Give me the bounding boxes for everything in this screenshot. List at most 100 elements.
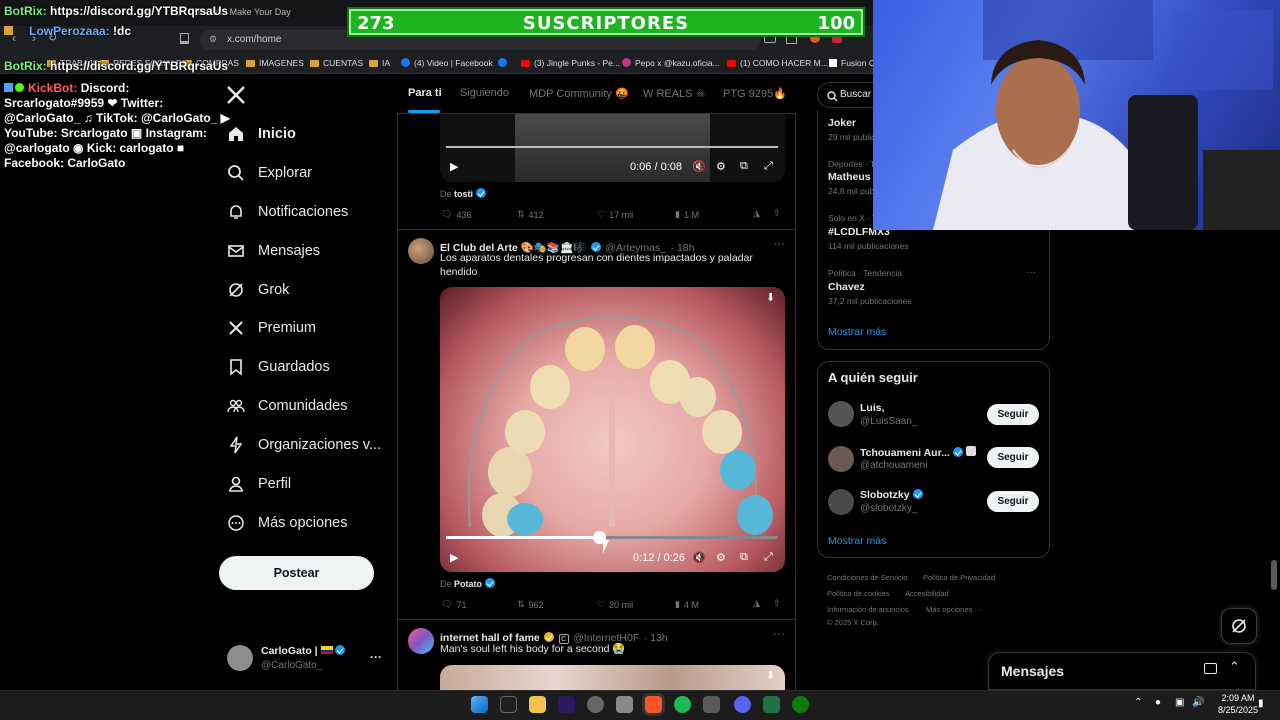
tweet-video[interactable]: ▶ 0:12 / 0:26 🔇 ⚙ ⧉ ⤢ ⬇ [440, 287, 785, 572]
tweet-more-icon[interactable]: ··· [773, 236, 785, 250]
tab-for-you[interactable]: Para ti [408, 87, 442, 99]
play-icon[interactable]: ▶ [450, 551, 458, 564]
bookmark-icon[interactable]: ◮ [753, 208, 760, 219]
suggestion-avatar[interactable] [828, 446, 854, 472]
nav-bookmarks[interactable]: Guardados [226, 355, 330, 379]
footer-link[interactable]: Más opciones ··· [926, 605, 982, 614]
tab-ptg[interactable]: PTG 9295🔥 [723, 87, 787, 100]
play-icon[interactable]: ▶ [450, 160, 458, 173]
post-button[interactable]: Postear [219, 556, 374, 590]
show-more-follow[interactable]: Mostrar más [828, 535, 886, 547]
like-button[interactable]: ♡ 17 mil [597, 209, 633, 220]
notepad-icon[interactable] [616, 696, 633, 713]
brave-icon[interactable] [645, 696, 662, 713]
tweet-more-icon[interactable]: ··· [773, 626, 785, 640]
bookmark-item[interactable]: CUENTAS [310, 58, 363, 68]
network-icon[interactable]: ▣ [1175, 697, 1184, 708]
bookmark-item[interactable]: IMAGENES [246, 58, 304, 68]
show-more-trends[interactable]: Mostrar más [828, 326, 886, 338]
settings-icon[interactable]: ⚙ [716, 160, 726, 173]
tab-w-reals[interactable]: W REALS ☠ [643, 87, 705, 100]
nav-more-options[interactable]: Más opciones [226, 511, 347, 535]
bookmark-item[interactable]: Fusion Cl [829, 58, 877, 68]
fullscreen-icon[interactable]: ⤢ [764, 160, 773, 173]
account-switcher[interactable]: CarloGato | [261, 645, 346, 657]
app-icon[interactable] [703, 696, 720, 713]
trend-title[interactable]: Matheus [828, 171, 871, 183]
volume-icon[interactable]: 🔊 [1192, 697, 1204, 708]
nav-profile[interactable]: Perfil [226, 472, 291, 496]
trend-more-icon[interactable]: ··· [1026, 267, 1036, 278]
video-progress-bar[interactable] [446, 146, 778, 148]
xbox-icon[interactable] [792, 696, 809, 713]
mute-icon[interactable]: 🔇 [692, 551, 706, 564]
notification-icon[interactable]: ▮ [1258, 698, 1264, 709]
search-input[interactable]: Buscar [817, 82, 877, 108]
bookmark-item[interactable]: (4) Video | Facebook [401, 58, 493, 68]
follow-button[interactable]: Seguir [987, 404, 1039, 425]
clock-date[interactable]: 8/25/2025 [1212, 705, 1264, 715]
mute-icon[interactable]: 🔇 [692, 160, 706, 173]
trend-title[interactable]: Joker [828, 117, 856, 129]
tweet-video[interactable]: ⬇ [440, 665, 785, 690]
clock-time[interactable]: 2:09 AM [1218, 693, 1258, 703]
epic-games-icon[interactable] [500, 696, 517, 713]
x-logo-icon[interactable] [226, 85, 246, 105]
nav-notifications[interactable]: Notificaciones [226, 200, 348, 224]
nav-premium[interactable]: Premium [226, 316, 316, 340]
follow-button[interactable]: Seguir [987, 491, 1039, 512]
nav-communities[interactable]: Comunidades [226, 394, 347, 418]
discord-icon[interactable] [734, 696, 751, 713]
start-icon[interactable] [471, 696, 488, 713]
address-text[interactable]: x.com/home [227, 34, 281, 45]
app-icon[interactable] [587, 696, 604, 713]
tray-chevron-icon[interactable]: ⌃ [1134, 697, 1142, 708]
share-icon[interactable]: ⇧ [773, 208, 781, 219]
bookmark-item[interactable] [498, 58, 510, 68]
premiere-icon[interactable] [558, 696, 575, 713]
repost-button[interactable]: ⇅ 412 [517, 209, 544, 220]
account-more-icon[interactable]: ··· [370, 650, 382, 664]
grok-button[interactable] [1221, 608, 1257, 644]
like-button[interactable]: ♡ 20 mil [597, 599, 633, 610]
fullscreen-icon[interactable]: ⤢ [764, 551, 773, 564]
page-scrollbar[interactable] [1271, 560, 1277, 590]
spotify-icon[interactable] [674, 696, 691, 713]
download-icon[interactable]: ⬇ [766, 669, 775, 682]
tab-mdp-community[interactable]: MDP Community 🤬 [529, 87, 629, 100]
footer-link[interactable]: Información de anuncios [827, 605, 909, 614]
suggestion-name-row[interactable]: Slobotzky [860, 489, 923, 501]
download-icon[interactable]: ⬇ [766, 291, 775, 304]
nav-grok[interactable]: Grok [226, 278, 289, 302]
follow-button[interactable]: Seguir [987, 447, 1039, 468]
miniplayer-icon[interactable]: ⧉ [740, 551, 748, 564]
new-message-icon[interactable] [1204, 663, 1217, 674]
site-info-icon[interactable]: ⚙ [209, 34, 217, 45]
bookmark-icon[interactable]: ◮ [753, 598, 760, 609]
app-icon[interactable] [763, 696, 780, 713]
nav-organizations[interactable]: Organizaciones v... [226, 433, 381, 457]
expand-icon[interactable]: ⌃ [1229, 659, 1240, 675]
views-button[interactable]: ▮ 1 M [675, 209, 699, 220]
bookmark-icon[interactable] [180, 33, 189, 44]
bookmark-item[interactable]: (3) Jingle Punks - Pe... [521, 58, 620, 68]
miniplayer-icon[interactable]: ⧉ [740, 160, 748, 173]
footer-link[interactable]: Política de cookies [827, 589, 890, 598]
nav-home[interactable]: Inicio [226, 122, 296, 146]
bookmark-item[interactable]: IA [369, 58, 390, 68]
bookmark-item[interactable]: Pepo x @kazu.oficia... [622, 58, 720, 68]
account-avatar[interactable] [227, 645, 253, 671]
file-explorer-icon[interactable] [529, 696, 546, 713]
tweet-video[interactable]: ▶ 0:06 / 0:08 🔇 ⚙ ⧉ ⤢ [440, 114, 785, 182]
trend-title[interactable]: Chavez [828, 281, 865, 293]
messages-drawer[interactable]: Mensajes ⌃ [988, 652, 1256, 690]
share-icon[interactable]: ⇧ [773, 598, 781, 609]
suggestion-name-row[interactable]: Tchouameni Aur... [860, 446, 976, 459]
tweet-avatar[interactable] [408, 238, 434, 264]
tweet-avatar[interactable] [408, 628, 434, 654]
tab-following[interactable]: Siguiendo [460, 87, 509, 99]
bookmark-item[interactable]: (1) COMO HACER M... [727, 58, 828, 68]
suggestion-avatar[interactable] [828, 401, 854, 427]
nav-explore[interactable]: Explorar [226, 161, 312, 185]
footer-link[interactable]: Política de Privacidad [923, 573, 995, 582]
